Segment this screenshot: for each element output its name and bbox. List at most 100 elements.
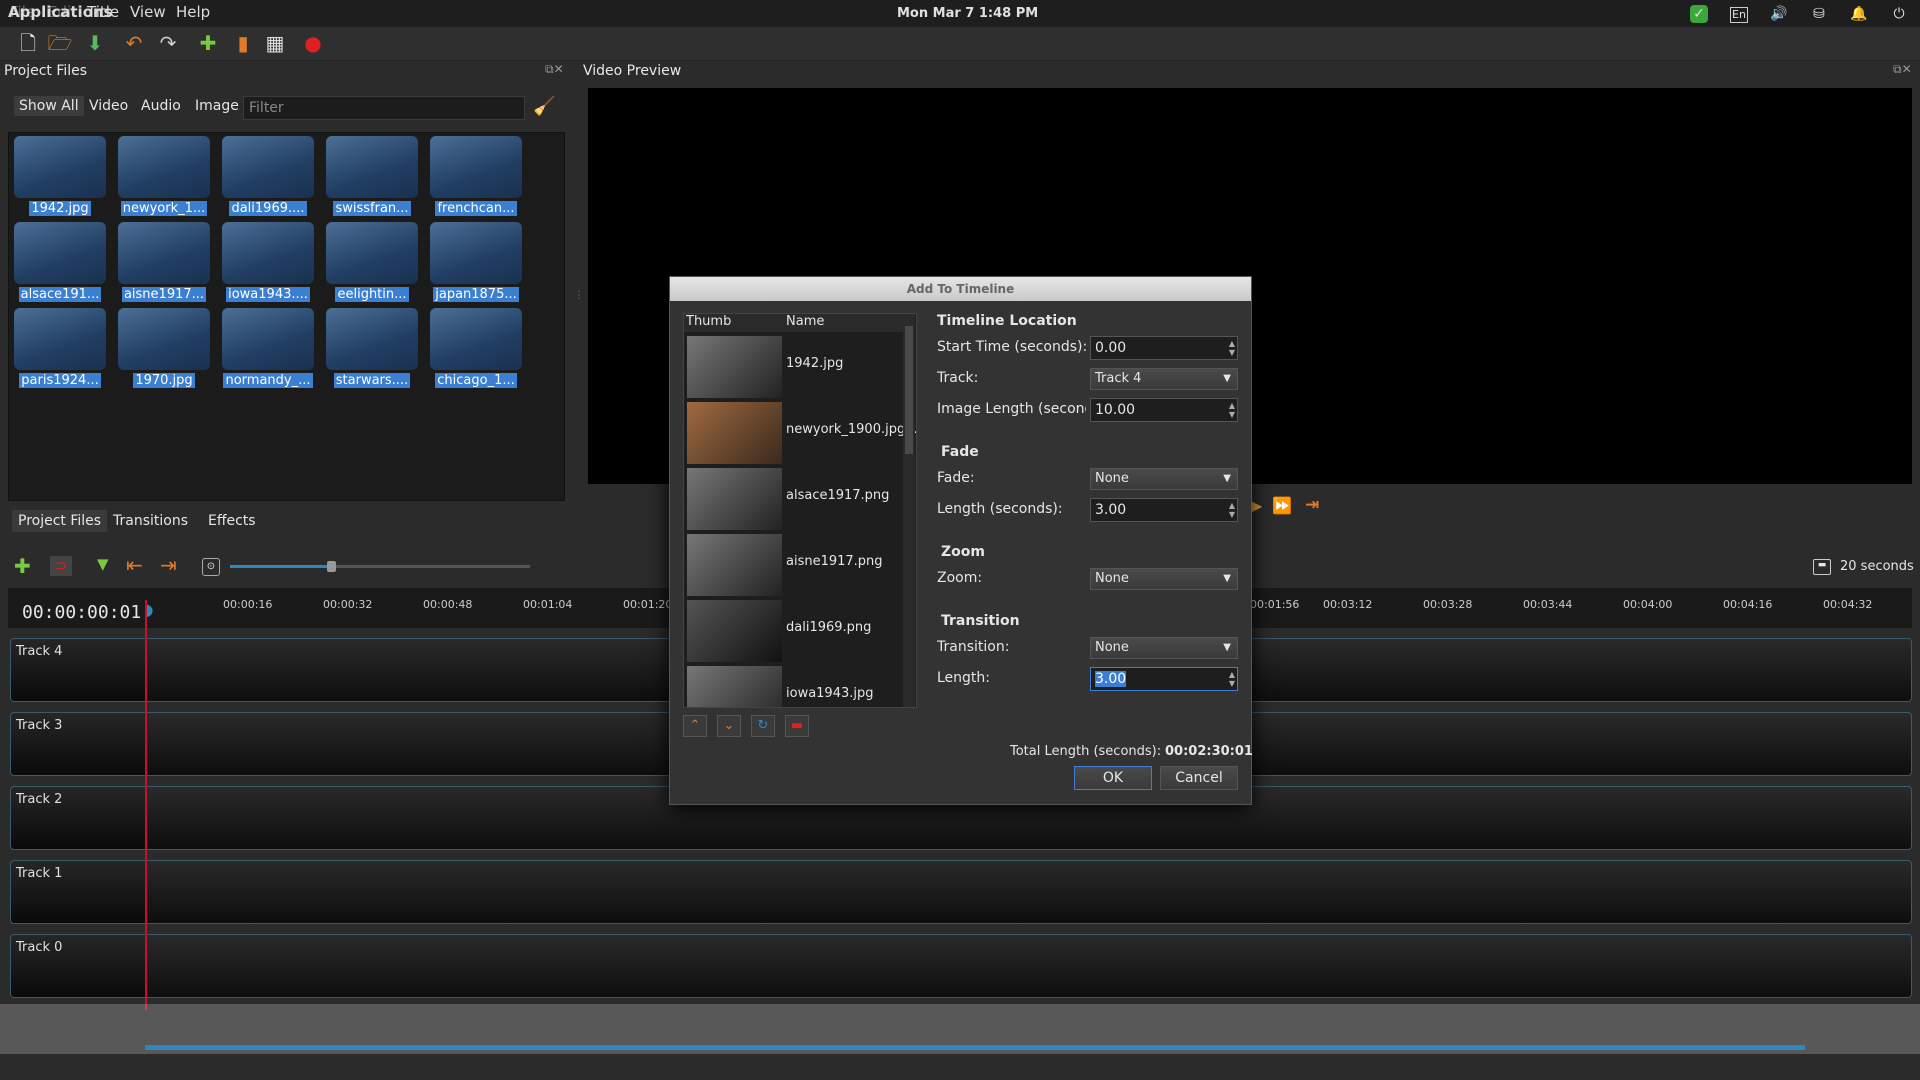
file-list-row[interactable]: iowa1943.jpg <box>684 664 902 707</box>
tab-effects[interactable]: Effects <box>208 513 256 529</box>
dialog-title[interactable]: Add To Timeline <box>670 277 1251 301</box>
fullscreen-icon[interactable]: ▦ <box>262 30 288 56</box>
save-project-icon[interactable]: ⬇ <box>82 30 108 56</box>
move-up-icon[interactable]: ⌃ <box>683 715 707 737</box>
zoom-slider-handle[interactable] <box>327 561 336 572</box>
file-list-row[interactable]: 1942.jpg <box>684 334 902 400</box>
menu-view[interactable]: View <box>130 3 166 21</box>
file-list-row[interactable]: dali1969.png <box>684 598 902 664</box>
track-select[interactable]: Track 4 ▼ <box>1090 368 1238 390</box>
project-file-thumb[interactable]: swissfran... <box>324 136 420 218</box>
move-down-icon[interactable]: ⌄ <box>717 715 741 737</box>
update-check-icon[interactable]: ✓ <box>1690 5 1708 23</box>
snapping-icon[interactable]: ⊃ <box>50 556 72 576</box>
project-file-thumb[interactable]: newyork_1... <box>116 136 212 218</box>
total-length-value: 00:02:30:01 <box>1165 744 1253 759</box>
transition-length-input[interactable]: 3.00 ▲ ▼ <box>1090 667 1238 691</box>
add-track-icon[interactable]: ✚ <box>14 554 31 578</box>
redo-icon[interactable]: ↷ <box>155 30 181 56</box>
import-files-icon[interactable]: ✚ <box>195 30 221 56</box>
ruler-tick: 00:00:16 <box>223 598 273 611</box>
clock[interactable]: Mon Mar 7 1:48 PM <box>897 6 1038 21</box>
filter-input[interactable]: Filter <box>243 96 525 120</box>
splitter-handle[interactable]: ⋮ <box>574 290 584 301</box>
notification-bell-icon[interactable]: 🔔 <box>1850 5 1868 23</box>
export-video-icon[interactable]: ● <box>300 30 326 56</box>
add-marker-icon[interactable]: ▼ <box>97 555 109 573</box>
section-zoom: Zoom <box>941 544 985 560</box>
zoom-slider-fill <box>230 565 330 568</box>
add-to-timeline-dialog: Add To Timeline Thumb Name 1942.jpg newy… <box>669 276 1253 805</box>
menu-edit[interactable]: Edit <box>48 3 77 21</box>
choose-profile-icon[interactable]: ▮ <box>230 30 256 56</box>
track-row[interactable]: Track 0 <box>10 934 1912 998</box>
new-project-icon[interactable]: 🗋 <box>15 30 41 56</box>
tab-transitions[interactable]: Transitions <box>113 513 188 529</box>
transition-select[interactable]: None ▼ <box>1090 637 1238 659</box>
project-files-title: Project Files <box>4 63 88 79</box>
file-list-row[interactable]: newyork_1900.jpg... <box>684 400 916 466</box>
zoom-duration-label: 20 seconds <box>1840 559 1914 574</box>
project-file-thumb[interactable]: normandy_... <box>220 308 316 390</box>
center-timeline-icon[interactable]: ⊙ <box>202 558 220 576</box>
track-row[interactable]: Track 1 <box>10 860 1912 924</box>
file-list-row[interactable]: aisne1917.png <box>684 532 902 598</box>
playhead-line[interactable] <box>145 600 147 1010</box>
zoom-duration-icon: ▬ <box>1813 559 1831 575</box>
filter-show-all[interactable]: Show All <box>14 96 84 116</box>
filter-audio[interactable]: Audio <box>136 96 186 116</box>
fade-length-label: Length (seconds): <box>937 501 1063 517</box>
shuffle-icon[interactable]: ↻ <box>751 715 775 737</box>
menu-help[interactable]: Help <box>176 3 210 21</box>
ok-button[interactable]: OK <box>1074 766 1152 790</box>
zoom-select[interactable]: None ▼ <box>1090 568 1238 590</box>
undo-icon[interactable]: ↶ <box>121 30 147 56</box>
column-header-thumb[interactable]: Thumb <box>684 314 784 332</box>
project-file-thumb[interactable]: chicago_1... <box>428 308 524 390</box>
menu-file[interactable]: File <box>10 3 35 21</box>
jump-to-end-icon[interactable]: ⇥ <box>1305 495 1319 515</box>
remove-icon[interactable]: ▬ <box>785 715 809 737</box>
transition-label: Transition: <box>937 639 1010 655</box>
video-preview-title: Video Preview <box>583 63 682 79</box>
preview-float-close-icon[interactable]: ⧉✕ <box>1893 62 1912 77</box>
project-file-thumb[interactable]: iowa1943.... <box>220 222 316 304</box>
previous-marker-icon[interactable]: ⇤ <box>126 553 143 577</box>
project-file-thumb[interactable]: aisne1917... <box>116 222 212 304</box>
zoom-label: Zoom: <box>937 570 983 586</box>
section-fade: Fade <box>941 444 979 460</box>
zoom-slider-track[interactable] <box>330 565 530 568</box>
project-file-thumb[interactable]: 1942.jpg <box>12 136 108 218</box>
filter-image[interactable]: Image <box>190 96 244 116</box>
image-length-input[interactable]: 10.00 ▲ ▼ <box>1090 398 1238 422</box>
open-project-icon[interactable]: 🗁 <box>47 30 73 56</box>
panel-float-close-icon[interactable]: ⧉✕ <box>545 62 564 77</box>
file-list-scrollbar[interactable] <box>903 314 915 707</box>
project-file-thumb[interactable]: paris1924... <box>12 308 108 390</box>
filter-video[interactable]: Video <box>84 96 133 116</box>
project-file-thumb[interactable]: frenchcan... <box>428 136 524 218</box>
fade-select[interactable]: None ▼ <box>1090 468 1238 490</box>
timeline-scrollbar[interactable] <box>145 1045 1805 1050</box>
next-marker-icon[interactable]: ⇥ <box>160 553 177 577</box>
project-file-thumb[interactable]: dali1969.... <box>220 136 316 218</box>
project-file-thumb[interactable]: eelightin... <box>324 222 420 304</box>
project-file-thumb[interactable]: japan1875... <box>428 222 524 304</box>
clear-filter-broom-icon[interactable]: 🧹 <box>533 96 555 117</box>
keyboard-layout-icon[interactable]: En <box>1730 7 1748 23</box>
project-file-thumb[interactable]: 1970.jpg <box>116 308 212 390</box>
start-time-input[interactable]: 0.00 ▲ ▼ <box>1090 336 1238 360</box>
file-list[interactable]: Thumb Name 1942.jpg newyork_1900.jpg... … <box>683 313 917 708</box>
menu-title[interactable]: Title <box>87 3 119 21</box>
volume-icon[interactable]: 🔊 <box>1770 5 1788 23</box>
file-list-row[interactable]: alsace1917.png <box>684 466 902 532</box>
fade-length-input[interactable]: 3.00 ▲ ▼ <box>1090 498 1238 522</box>
project-file-thumb[interactable]: starwars.... <box>324 308 420 390</box>
power-icon[interactable]: ⏻ <box>1890 5 1908 23</box>
fast-forward-icon[interactable]: ⏩ <box>1272 496 1292 515</box>
project-file-thumb[interactable]: alsace191... <box>12 222 108 304</box>
tab-project-files[interactable]: Project Files <box>12 510 108 532</box>
cancel-button[interactable]: Cancel <box>1160 766 1238 790</box>
network-icon[interactable]: ⛁ <box>1810 5 1828 23</box>
column-header-name[interactable]: Name <box>784 314 904 332</box>
